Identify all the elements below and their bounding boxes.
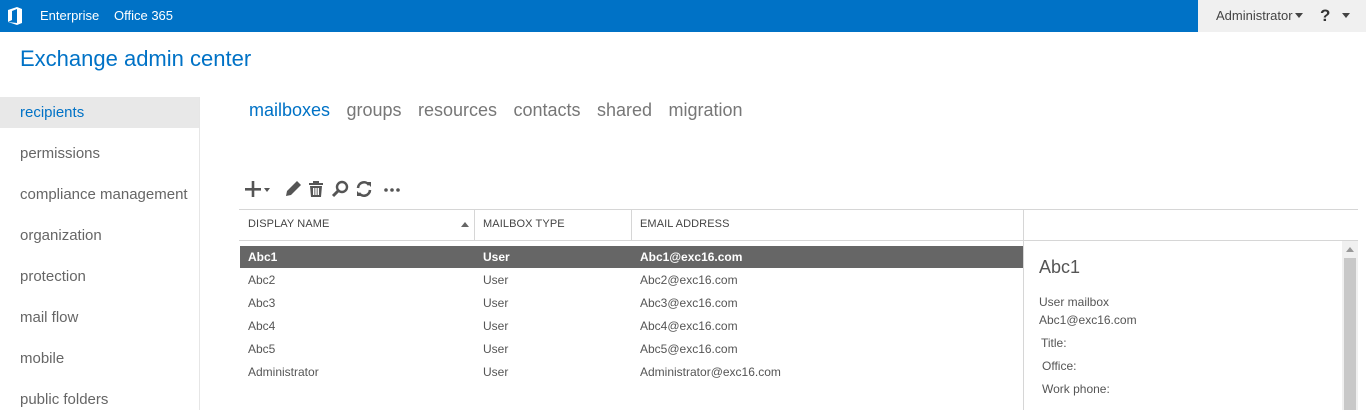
- delete-icon[interactable]: [305, 178, 327, 200]
- column-header-display-name[interactable]: DISPLAY NAME: [248, 218, 330, 230]
- cell-mailbox-type: User: [483, 365, 509, 379]
- cell-display-name: Abc2: [248, 273, 276, 287]
- page-title: Exchange admin center: [20, 46, 252, 71]
- tab-mailboxes[interactable]: mailboxes: [249, 100, 330, 121]
- nav-divider: [199, 97, 200, 410]
- sort-ascending-icon[interactable]: [461, 222, 469, 227]
- details-office-label: Office:: [1042, 359, 1077, 373]
- column-separator[interactable]: [474, 210, 475, 240]
- tab-contacts[interactable]: contacts: [513, 100, 580, 121]
- cell-mailbox-type: User: [483, 342, 509, 356]
- user-area: Administrator ?: [1198, 0, 1366, 32]
- details-email: Abc1@exc16.com: [1039, 313, 1137, 327]
- column-header-email-address[interactable]: EMAIL ADDRESS: [640, 218, 730, 230]
- nav-item-mail-flow[interactable]: mail flow: [0, 302, 199, 333]
- details-name: Abc1: [1039, 257, 1081, 277]
- scroll-up-icon[interactable]: [1346, 247, 1354, 252]
- nav-item-organization[interactable]: organization: [0, 220, 199, 251]
- details-title-label: Title:: [1041, 336, 1067, 350]
- cell-display-name: Abc4: [248, 319, 276, 333]
- search-icon[interactable]: [330, 178, 352, 200]
- table-row[interactable]: Abc5 User Abc5@exc16.com: [240, 338, 1023, 360]
- help-icon[interactable]: ?: [1320, 0, 1330, 32]
- tab-bar: mailboxes groups resources contacts shar…: [249, 100, 755, 124]
- cell-mailbox-type: User: [483, 296, 509, 310]
- table-row[interactable]: Abc4 User Abc4@exc16.com: [240, 315, 1023, 337]
- tab-shared[interactable]: shared: [597, 100, 652, 121]
- tab-resources[interactable]: resources: [418, 100, 497, 121]
- column-separator[interactable]: [631, 210, 632, 240]
- edit-icon[interactable]: [282, 178, 304, 200]
- nav-item-compliance-management[interactable]: compliance management: [0, 179, 199, 210]
- nav-item-permissions[interactable]: permissions: [0, 138, 199, 169]
- top-bar: Enterprise Office 365 Administrator ?: [0, 0, 1366, 32]
- table-row[interactable]: Abc2 User Abc2@exc16.com: [240, 269, 1023, 291]
- nav-item-recipients[interactable]: recipients: [0, 97, 199, 128]
- cell-display-name: Abc5: [248, 342, 276, 356]
- details-type: User mailbox: [1039, 295, 1110, 309]
- details-pane: Abc1 User mailbox Abc1@exc16.com Title: …: [1024, 241, 1342, 410]
- user-menu[interactable]: Administrator: [1216, 0, 1293, 32]
- nav-item-protection[interactable]: protection: [0, 261, 199, 292]
- nav-office365[interactable]: Office 365: [114, 0, 173, 32]
- cell-email-address: Administrator@exc16.com: [640, 365, 781, 379]
- tab-groups[interactable]: groups: [347, 100, 402, 121]
- refresh-icon[interactable]: [353, 178, 375, 200]
- chevron-down-icon[interactable]: [1342, 13, 1350, 18]
- chevron-down-icon[interactable]: [1295, 13, 1303, 18]
- grid-border: [239, 209, 1358, 210]
- nav-item-public-folders[interactable]: public folders: [0, 384, 199, 410]
- cell-email-address: Abc4@exc16.com: [640, 319, 738, 333]
- table-row[interactable]: Abc1 User Abc1@exc16.com: [240, 246, 1023, 268]
- cell-display-name: Abc3: [248, 296, 276, 310]
- nav-item-mobile[interactable]: mobile: [0, 343, 199, 374]
- column-header-mailbox-type[interactable]: MAILBOX TYPE: [483, 218, 565, 230]
- cell-email-address: Abc1@exc16.com: [640, 250, 743, 264]
- details-scrollbar[interactable]: [1342, 241, 1358, 410]
- cell-email-address: Abc3@exc16.com: [640, 296, 738, 310]
- tab-migration[interactable]: migration: [668, 100, 742, 121]
- office-logo-icon[interactable]: [6, 6, 24, 26]
- cell-email-address: Abc2@exc16.com: [640, 273, 738, 287]
- table-row[interactable]: Administrator User Administrator@exc16.c…: [240, 361, 1023, 383]
- details-phone-label: Work phone:: [1042, 382, 1110, 396]
- cell-mailbox-type: User: [483, 319, 509, 333]
- cell-mailbox-type: User: [483, 250, 510, 264]
- scroll-thumb[interactable]: [1344, 258, 1356, 410]
- add-icon[interactable]: [244, 178, 274, 200]
- cell-mailbox-type: User: [483, 273, 509, 287]
- nav-enterprise[interactable]: Enterprise: [40, 0, 99, 32]
- more-icon[interactable]: [381, 178, 403, 200]
- table-row[interactable]: Abc3 User Abc3@exc16.com: [240, 292, 1023, 314]
- cell-display-name: Administrator: [248, 365, 319, 379]
- cell-display-name: Abc1: [248, 250, 278, 264]
- left-nav: recipients permissions compliance manage…: [0, 97, 200, 410]
- cell-email-address: Abc5@exc16.com: [640, 342, 738, 356]
